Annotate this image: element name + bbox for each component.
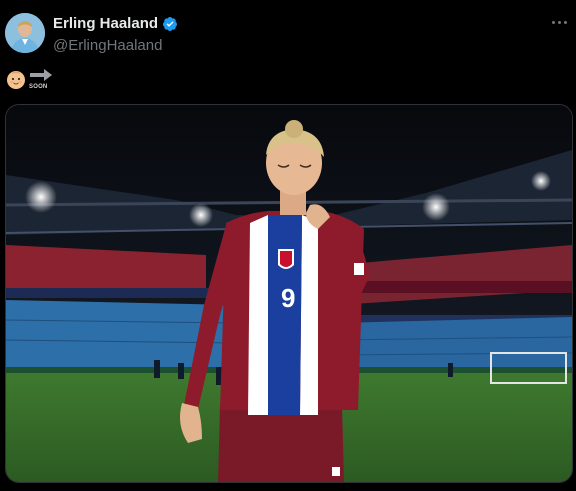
tweet: Erling Haaland @ErlingHaaland SOON 9 — [0, 0, 576, 491]
tweet-text: SOON — [5, 68, 53, 90]
author-name-row: Erling Haaland — [53, 15, 178, 32]
verified-badge-icon — [163, 16, 178, 31]
author-handle[interactable]: @ErlingHaaland — [53, 37, 162, 54]
soon-arrow-icon — [30, 69, 52, 81]
more-options-icon[interactable] — [548, 14, 570, 30]
jersey-number: 9 — [281, 283, 296, 313]
author-display-name[interactable]: Erling Haaland — [53, 15, 158, 32]
baby-emoji-icon — [7, 71, 25, 89]
soon-label: SOON — [29, 84, 48, 90]
soon-arrow-emoji: SOON — [29, 68, 53, 90]
avatar-photo-icon — [5, 13, 45, 53]
tweet-photo[interactable]: 9 — [5, 104, 573, 483]
author-avatar[interactable] — [5, 13, 45, 53]
